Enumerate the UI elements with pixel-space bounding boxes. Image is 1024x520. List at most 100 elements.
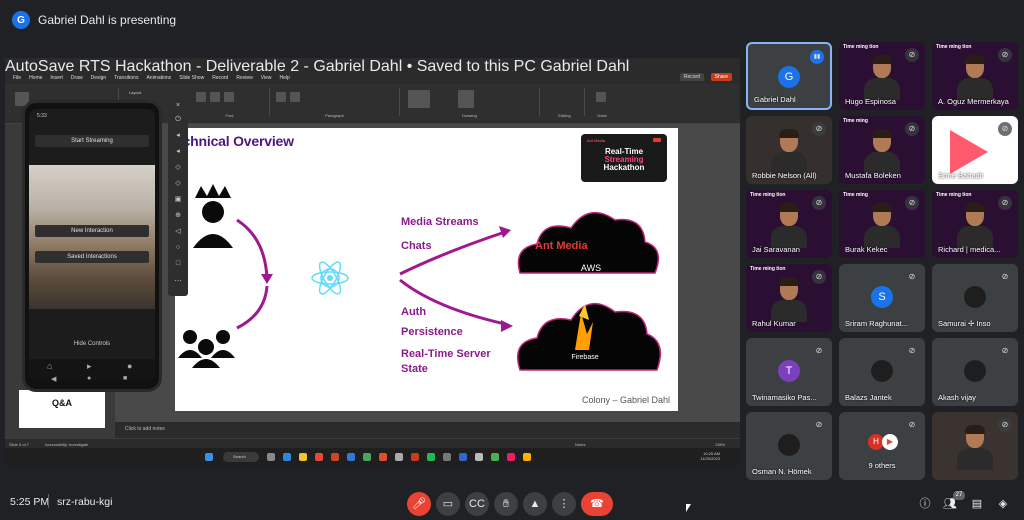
start-streaming-button[interactable]: Start Streaming xyxy=(35,135,149,147)
arrange-icon[interactable] xyxy=(458,90,474,108)
taskbar-search[interactable]: Search xyxy=(223,452,259,462)
menu-record[interactable]: Record xyxy=(212,75,228,81)
app-icon-5[interactable] xyxy=(443,453,451,461)
layout-label[interactable]: Layout xyxy=(129,90,141,95)
powerpoint-icon[interactable] xyxy=(331,453,339,461)
nav-recents-icon[interactable]: ■ xyxy=(123,375,127,382)
menu-review[interactable]: Review xyxy=(236,75,252,81)
record-button[interactable]: Record xyxy=(679,73,704,81)
participant-tile[interactable]: ⊘ Emre Bahadir xyxy=(932,116,1018,184)
italic-icon[interactable] xyxy=(210,92,220,102)
taskbar-clock[interactable]: 10:25 AM 11/20/2023 xyxy=(700,451,720,461)
app-icon-8[interactable] xyxy=(491,453,499,461)
shapes-icon[interactable] xyxy=(408,90,430,108)
participant-tile[interactable]: ⊘ Osman N. Hömek xyxy=(746,412,832,480)
info-icon[interactable]: ⓘ xyxy=(918,497,932,511)
menu-view[interactable]: View xyxy=(261,75,272,81)
menu-design[interactable]: Design xyxy=(91,75,107,81)
activities-icon[interactable]: ◈ xyxy=(996,497,1010,511)
participant-tile[interactable]: Time ming tion ⊘ Jai Saravanan xyxy=(746,190,832,258)
task-view-icon[interactable] xyxy=(267,453,275,461)
participant-tile[interactable]: ⊘ Robbie Nelson (All) xyxy=(746,116,832,184)
mic-off-button[interactable]: 🎤︎ xyxy=(407,492,431,516)
app-icon[interactable] xyxy=(363,453,371,461)
menu-help[interactable]: Help xyxy=(279,75,289,81)
participant-tile[interactable]: Time ming tion ⊘ Rahul Kumar xyxy=(746,264,832,332)
app-icon-2[interactable] xyxy=(379,453,387,461)
raise-hand-button[interactable]: ✋︎ xyxy=(494,492,518,516)
app-icon-7[interactable] xyxy=(475,453,483,461)
bullets-icon[interactable] xyxy=(276,92,286,102)
nav-home-icon[interactable]: ● xyxy=(87,375,91,382)
dictate-icon[interactable] xyxy=(596,92,606,102)
menu-home[interactable]: Home xyxy=(29,75,42,81)
screenshot-icon[interactable]: ▣ xyxy=(174,196,182,204)
participant-tile[interactable]: Time ming ⊘ Burak Kekec xyxy=(839,190,925,258)
share-button[interactable]: Share xyxy=(710,73,732,81)
menu-animations[interactable]: Animations xyxy=(146,75,171,81)
participant-tile[interactable]: ⊘ Akash vijay xyxy=(932,338,1018,406)
presenter-chip[interactable]: G Gabriel Dahl is presenting xyxy=(8,9,186,31)
slide-thumbnail-qa[interactable]: Q&A xyxy=(19,390,105,428)
participant-tile[interactable]: H ▶ ⊘ 9 others xyxy=(839,412,925,480)
menu-insert[interactable]: Insert xyxy=(50,75,63,81)
menu-file[interactable]: File xyxy=(13,75,21,81)
windows-start-icon[interactable] xyxy=(205,453,213,461)
numbering-icon[interactable] xyxy=(290,92,300,102)
profile-tab-icon[interactable]: ● xyxy=(127,361,132,371)
present-button[interactable]: ▲ xyxy=(523,492,547,516)
menu-transitions[interactable]: Transitions xyxy=(114,75,138,81)
notes-pane[interactable]: Click to add notes xyxy=(115,422,740,438)
saved-interactions-button[interactable]: Saved Interactions xyxy=(35,251,149,263)
participant-tile[interactable]: Time ming tion ⊘ A. Oguz Mermerkaya xyxy=(932,42,1018,110)
explorer-icon[interactable] xyxy=(299,453,307,461)
status-notes[interactable]: Notes xyxy=(575,442,585,447)
more-options-button[interactable]: ⋮ xyxy=(552,492,576,516)
spotify-icon[interactable] xyxy=(427,453,435,461)
underline-icon[interactable] xyxy=(224,92,234,102)
rotate-left-icon[interactable]: ◇ xyxy=(174,164,182,172)
rotate-right-icon[interactable]: ◇ xyxy=(174,180,182,188)
app-icon-6[interactable] xyxy=(459,453,467,461)
vscode-icon[interactable] xyxy=(347,453,355,461)
chrome-icon[interactable] xyxy=(315,453,323,461)
more-icon[interactable]: ⋯ xyxy=(174,278,182,286)
app-icon-4[interactable] xyxy=(411,453,419,461)
edge-icon[interactable] xyxy=(283,453,291,461)
android-emulator[interactable]: 5:33 Start Streaming New Interaction Sav… xyxy=(22,100,162,392)
menu-draw[interactable]: Draw xyxy=(71,75,83,81)
nav-back-icon[interactable]: ◀ xyxy=(51,375,56,383)
menu-slideshow[interactable]: Slide Show xyxy=(179,75,204,81)
status-accessibility[interactable]: Accessibility: Investigate xyxy=(45,442,88,447)
participant-tile[interactable]: Time ming ⊘ Mustafa Boleken xyxy=(839,116,925,184)
power-icon[interactable]: ⏻ xyxy=(174,116,182,124)
chat-icon[interactable]: ▤ xyxy=(970,497,984,511)
app-icon-3[interactable] xyxy=(395,453,403,461)
camera-button[interactable]: ▭ xyxy=(436,492,460,516)
participant-tile[interactable]: T ⊘ Twinamasiko Pas... xyxy=(746,338,832,406)
zoom-icon[interactable]: ⊕ xyxy=(174,212,182,220)
volume-down-icon[interactable]: ◂ xyxy=(174,148,182,156)
participant-tile[interactable]: ⊘ Samurai ✢ Inso xyxy=(932,264,1018,332)
participant-tile[interactable]: ⊘ xyxy=(932,412,1018,480)
bold-icon[interactable] xyxy=(196,92,206,102)
participant-tile[interactable]: Time ming tion ⊘ Hugo Espinosa xyxy=(839,42,925,110)
participant-tile[interactable]: G ▮▮ Gabriel Dahl xyxy=(746,42,832,110)
status-zoom[interactable]: 136% xyxy=(715,442,725,447)
captions-button[interactable]: CC xyxy=(465,492,489,516)
end-call-button[interactable]: ☎︎ xyxy=(581,492,613,516)
home-tab-icon[interactable]: ⌂ xyxy=(47,361,52,371)
participant-tile[interactable]: ⊘ Balazs Jantek xyxy=(839,338,925,406)
volume-up-icon[interactable]: ◂ xyxy=(174,132,182,140)
app-icon-10[interactable] xyxy=(523,453,531,461)
new-interaction-button[interactable]: New Interaction xyxy=(35,225,149,237)
participant-tile[interactable]: S ⊘ Sriram Raghunat... xyxy=(839,264,925,332)
overview-icon[interactable]: □ xyxy=(174,260,182,268)
hide-controls-button[interactable]: Hide Controls xyxy=(29,341,155,347)
participant-tile[interactable]: Time ming tion ⊘ Richard | medica... xyxy=(932,190,1018,258)
app-icon-9[interactable] xyxy=(507,453,515,461)
back-icon[interactable]: ◁ xyxy=(174,228,182,236)
play-tab-icon[interactable]: ▸ xyxy=(87,361,92,372)
home-icon[interactable]: ○ xyxy=(174,244,182,252)
close-icon[interactable]: × xyxy=(174,102,182,110)
